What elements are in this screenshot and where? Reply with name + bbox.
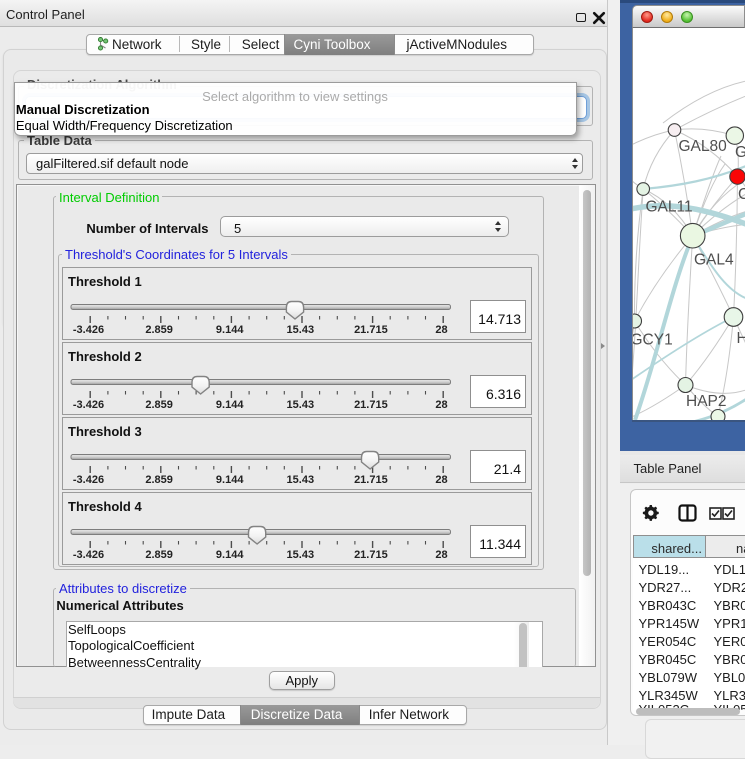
svg-text:C: C [738, 186, 745, 203]
svg-text:GA: GA [735, 144, 745, 161]
svg-text:GAL11: GAL11 [645, 199, 692, 216]
svg-text:H: H [736, 330, 745, 347]
svg-text:GAL80: GAL80 [678, 138, 727, 155]
svg-text:HAP2: HAP2 [686, 393, 727, 410]
svg-text:GCY1: GCY1 [633, 332, 673, 349]
svg-text:GAL4: GAL4 [694, 252, 734, 269]
